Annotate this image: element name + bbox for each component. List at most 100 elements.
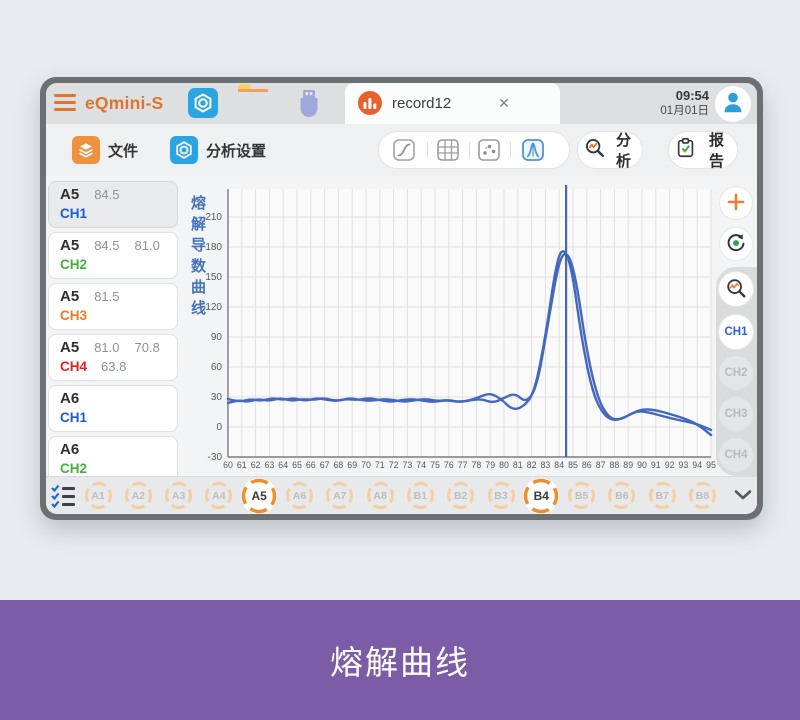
well-button-label: A4 bbox=[204, 481, 233, 510]
scatter-view-button[interactable] bbox=[476, 137, 502, 163]
s-curve-icon bbox=[391, 137, 417, 163]
melt-peak-view-button[interactable] bbox=[520, 137, 546, 163]
scatter-icon bbox=[476, 137, 502, 163]
add-button[interactable] bbox=[720, 187, 752, 219]
svg-text:30: 30 bbox=[211, 392, 223, 403]
analyze-magnifier-icon bbox=[584, 137, 606, 163]
divider bbox=[469, 142, 470, 158]
collapse-bar-button[interactable] bbox=[733, 489, 753, 504]
app-logo-button[interactable] bbox=[188, 88, 218, 118]
well-button-label: B5 bbox=[567, 481, 596, 510]
well-button-b7[interactable]: B7 bbox=[648, 481, 677, 510]
close-icon[interactable]: ✕ bbox=[489, 83, 519, 124]
report-label: 报告 bbox=[702, 129, 731, 171]
well-button-a1[interactable]: A1 bbox=[84, 481, 113, 510]
svg-text:83: 83 bbox=[541, 460, 551, 470]
svg-text:90: 90 bbox=[211, 332, 223, 343]
well-button-label: B2 bbox=[446, 481, 475, 510]
svg-text:71: 71 bbox=[375, 460, 385, 470]
well-button-a8[interactable]: A8 bbox=[366, 481, 395, 510]
usb-icon bbox=[296, 107, 322, 122]
svg-text:67: 67 bbox=[320, 460, 330, 470]
clock: 09:54 01月01日 bbox=[660, 88, 709, 119]
well-button-a5[interactable]: A5 bbox=[241, 478, 277, 514]
channel-card[interactable]: A581.070.8CH463.8 bbox=[48, 334, 178, 381]
report-clipboard-icon bbox=[675, 137, 697, 163]
well-label: A5 bbox=[60, 186, 79, 203]
well-button-label: B8 bbox=[688, 481, 717, 510]
well-selector-bar: A1 A2 A3 A4 A5 A6 A7 A8 B1 B2 B3B4 B5 B6 B7 B8 bbox=[46, 476, 757, 513]
svg-text:69: 69 bbox=[347, 460, 357, 470]
divider bbox=[427, 142, 428, 158]
table-view-button[interactable] bbox=[435, 137, 461, 163]
svg-text:77: 77 bbox=[458, 460, 468, 470]
svg-text:150: 150 bbox=[205, 272, 222, 283]
well-button-a3[interactable]: A3 bbox=[164, 481, 193, 510]
channel-toggle-ch3[interactable]: CH3 bbox=[719, 397, 753, 431]
user-avatar-icon bbox=[717, 86, 749, 121]
melt-temp-value: 84.5 bbox=[94, 187, 119, 202]
svg-text:94: 94 bbox=[692, 460, 702, 470]
amplification-curve-view-button[interactable] bbox=[391, 137, 417, 163]
settings-gear-icon bbox=[170, 136, 198, 164]
melt-curve-chart: 2101801501209060300-30606162636465666768… bbox=[186, 179, 726, 471]
reset-view-button[interactable] bbox=[720, 228, 752, 260]
well-button-b8[interactable]: B8 bbox=[688, 481, 717, 510]
channel-card[interactable]: A584.581.0CH2 bbox=[48, 232, 178, 279]
svg-text:84: 84 bbox=[554, 460, 564, 470]
reset-icon bbox=[725, 232, 747, 257]
well-button-b3[interactable]: B3 bbox=[487, 481, 516, 510]
view-mode-group bbox=[378, 131, 570, 169]
melt-temp-value: 81.0 bbox=[94, 340, 119, 355]
menu-button[interactable] bbox=[54, 94, 78, 113]
channel-toggle-ch4[interactable]: CH4 bbox=[719, 438, 753, 472]
svg-text:75: 75 bbox=[430, 460, 440, 470]
well-button-b2[interactable]: B2 bbox=[446, 481, 475, 510]
usb-button[interactable] bbox=[296, 89, 322, 122]
well-multiselect-button[interactable] bbox=[50, 483, 78, 511]
svg-text:64: 64 bbox=[278, 460, 288, 470]
svg-text:81: 81 bbox=[513, 460, 523, 470]
svg-text:79: 79 bbox=[485, 460, 495, 470]
svg-text:90: 90 bbox=[637, 460, 647, 470]
svg-text:60: 60 bbox=[211, 362, 223, 373]
clock-time: 09:54 bbox=[660, 88, 709, 104]
well-button-b4[interactable]: B4 bbox=[523, 478, 559, 514]
svg-text:210: 210 bbox=[205, 212, 222, 223]
channel-label: CH2 bbox=[60, 461, 87, 476]
user-avatar-button[interactable] bbox=[715, 86, 751, 122]
hamburger-icon bbox=[54, 94, 78, 111]
well-label: A5 bbox=[60, 339, 79, 356]
well-button-a7[interactable]: A7 bbox=[325, 481, 354, 510]
well-button-a2[interactable]: A2 bbox=[124, 481, 153, 510]
channel-card[interactable]: A581.5CH3 bbox=[48, 283, 178, 330]
file-button[interactable]: 文件 bbox=[72, 136, 138, 164]
svg-text:180: 180 bbox=[205, 242, 222, 253]
well-button-b5[interactable]: B5 bbox=[567, 481, 596, 510]
channel-toggle-ch1[interactable]: CH1 bbox=[719, 315, 753, 349]
file-layers-icon bbox=[72, 136, 100, 164]
channel-card[interactable]: A6CH1 bbox=[48, 385, 178, 432]
channel-label: CH1 bbox=[60, 206, 87, 221]
svg-text:78: 78 bbox=[472, 460, 482, 470]
zoom-curve-button[interactable] bbox=[719, 272, 753, 306]
app-title: eQmini-S bbox=[85, 83, 163, 124]
well-button-a6[interactable]: A6 bbox=[285, 481, 314, 510]
well-button-label: B3 bbox=[487, 481, 516, 510]
channel-card[interactable]: A5 84.5 CH1 bbox=[48, 181, 178, 228]
well-button-label: B4 bbox=[523, 478, 559, 514]
well-button-b6[interactable]: B6 bbox=[607, 481, 636, 510]
content-area: A584.5CH1A584.581.0CH2A581.5CH3A581.070.… bbox=[46, 176, 757, 476]
channel-toggle-ch2[interactable]: CH2 bbox=[719, 356, 753, 390]
report-button[interactable]: 报告 bbox=[668, 131, 738, 169]
analysis-settings-button[interactable]: 分析设置 bbox=[170, 136, 266, 164]
svg-text:72: 72 bbox=[389, 460, 399, 470]
divider bbox=[510, 142, 511, 158]
well-button-b1[interactable]: B1 bbox=[406, 481, 435, 510]
analyze-button[interactable]: 分析 bbox=[577, 131, 643, 169]
tab-record[interactable]: record12 ✕ bbox=[345, 83, 560, 124]
well-button-label: A2 bbox=[124, 481, 153, 510]
svg-text:70: 70 bbox=[361, 460, 371, 470]
channel-toggle-panel: CH1 CH2 CH3 CH4 bbox=[716, 267, 757, 476]
well-button-a4[interactable]: A4 bbox=[204, 481, 233, 510]
